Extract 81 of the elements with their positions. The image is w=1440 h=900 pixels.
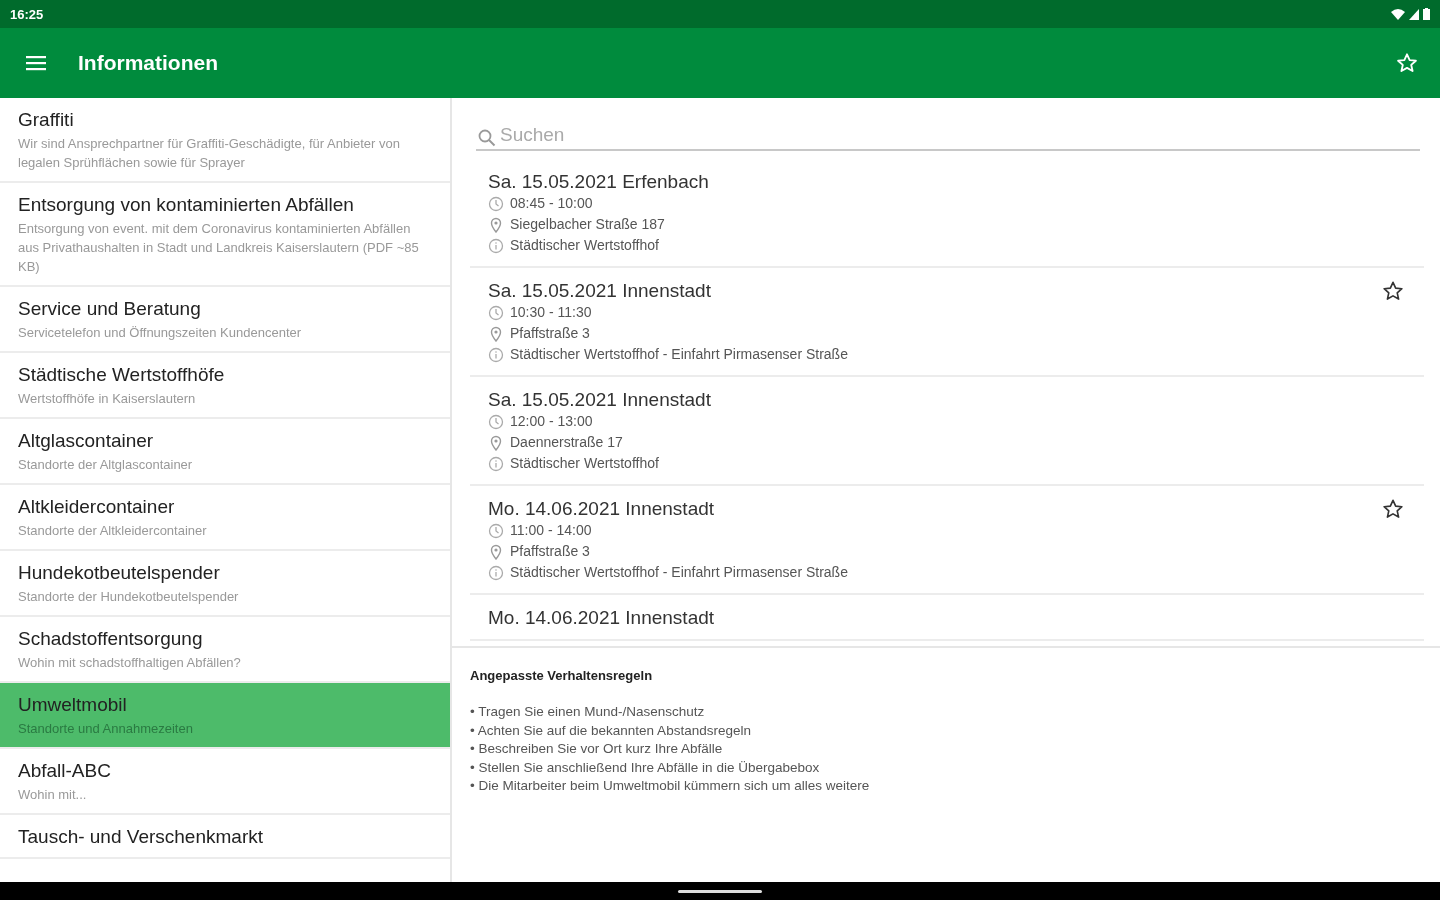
event-card[interactable]: Sa. 15.05.2021 Erfenbach 08:45 - 10:00 Siegelbacher Straße 187 Städtischer Wertstoffhof xyxy=(470,159,1424,268)
clock-icon xyxy=(488,413,504,430)
signal-icon xyxy=(1409,8,1419,20)
event-time: 08:45 - 10:00 xyxy=(510,194,593,213)
star-icon xyxy=(1396,52,1418,74)
rule-text: • Tragen Sie einen Mund-/Nasenschutz xyxy=(470,703,706,721)
location-pin-icon xyxy=(488,434,504,451)
location-pin-icon xyxy=(488,325,504,342)
item-title: Städtische Wertstoffhöfe xyxy=(18,364,226,386)
info-heading: Angepasste Verhaltensregeln xyxy=(470,668,654,683)
item-title: Umweltmobil xyxy=(18,694,128,716)
item-title: Tausch- und Verschenkmarkt xyxy=(18,826,264,848)
item-subtitle: Wertstoffhöfe in Kaiserslautern xyxy=(18,390,197,408)
event-card[interactable]: Mo. 14.06.2021 Innenstadt xyxy=(470,595,1424,641)
item-title: Hundekotbeutelspender xyxy=(18,562,221,584)
item-subtitle: Wohin mit schadstoffhaltigen Abfällen? xyxy=(18,654,242,672)
rule-text: • Die Mitarbeiter beim Umweltmobil kümmern sich um alles weitere xyxy=(470,777,871,795)
item-subtitle: Standorte und Annahmezeiten xyxy=(18,720,194,738)
clock-icon xyxy=(488,304,504,321)
sidebar-item[interactable]: Altkleidercontainer Standorte der Altkleidercontainer xyxy=(0,485,450,551)
item-subtitle: Standorte der Altglascontainer xyxy=(18,456,194,474)
item-subtitle: Entsorgung von event. mit dem Coronavirus kontaminierten Abfällen aus Privathaushalten in Stadt und Landkreis Kaiserslautern (PDF ~85 KB) xyxy=(18,220,420,276)
menu-icon xyxy=(26,55,46,71)
item-title: Altglascontainer xyxy=(18,430,155,452)
item-subtitle: Standorte der Hundekotbeutelspender xyxy=(18,588,240,606)
event-title: Sa. 15.05.2021 Innenstadt xyxy=(488,389,711,411)
event-address: Daennerstraße 17 xyxy=(510,433,623,452)
info-icon xyxy=(488,564,504,581)
info-icon xyxy=(488,346,504,363)
sidebar-item[interactable]: Entsorgung von kontaminierten Abfällen Entsorgung von event. mit dem Coronavirus kontaminierten Abfällen aus Privathaushalten in Stadt und Landkreis Kaiserslautern (PDF ~85 KB) xyxy=(0,183,450,287)
event-address: Siegelbacher Straße 187 xyxy=(510,215,665,234)
location-pin-icon xyxy=(488,216,504,233)
sidebar-item[interactable]: Altglascontainer Standorte der Altglascontainer xyxy=(0,419,450,485)
event-location-note: Städtischer Wertstoffhof xyxy=(510,236,659,255)
item-title: Service und Beratung xyxy=(18,298,202,320)
rule-text: • Achten Sie auf die bekannten Abstandsregeln xyxy=(470,721,752,740)
event-card[interactable]: Sa. 15.05.2021 Innenstadt 10:30 - 11:30 Pfaffstraße 3 Städtischer Wertstoffhof - Einfahrt Pirmasenser Straße xyxy=(470,268,1424,377)
event-location-note: Städtischer Wertstoffhof xyxy=(510,454,659,473)
item-title: Schadstoffentsorgung xyxy=(18,628,204,650)
rule-text: • Beschreiben Sie vor Ort kurz Ihre Abfälle xyxy=(470,740,724,758)
sidebar-item[interactable]: Städtische Wertstoffhöfe Wertstoffhöfe in Kaiserslautern xyxy=(0,353,450,419)
star-icon[interactable] xyxy=(1382,280,1404,302)
event-title: Mo. 14.06.2021 Innenstadt xyxy=(488,498,715,520)
event-title: Sa. 15.05.2021 Erfenbach xyxy=(488,171,709,193)
event-title: Mo. 14.06.2021 Innenstadt xyxy=(488,607,715,629)
info-icon xyxy=(488,455,504,472)
item-title: Altkleidercontainer xyxy=(18,496,176,518)
clock-icon xyxy=(488,522,504,539)
home-handle[interactable] xyxy=(678,889,762,893)
sidebar-item[interactable]: Graffiti Wir sind Ansprechpartner für Graffiti-Geschädigte, für Anbieter von legalen Sprühflächen sowie für Sprayer xyxy=(0,98,450,183)
event-location-note: Städtischer Wertstoffhof - Einfahrt Pirmasenser Straße xyxy=(510,563,848,582)
item-title: Abfall-ABC xyxy=(18,760,112,782)
item-subtitle: Standorte der Altkleidercontainer xyxy=(18,522,208,540)
battery-icon xyxy=(1423,8,1430,20)
item-subtitle: Wir sind Ansprechpartner für Graffiti-Geschädigte, für Anbieter von legalen Sprühflächen sowie für Sprayer xyxy=(18,135,401,172)
sidebar-item[interactable]: Umweltmobil Standorte und Annahmezeiten xyxy=(0,683,450,749)
event-time: 12:00 - 13:00 xyxy=(510,412,593,431)
item-title: Graffiti xyxy=(18,109,75,131)
event-time: 10:30 - 11:30 xyxy=(510,303,592,322)
sidebar-item[interactable]: Hundekotbeutelspender Standorte der Hundekotbeutelspender xyxy=(0,551,450,617)
event-address: Pfaffstraße 3 xyxy=(510,324,590,343)
event-address: Pfaffstraße 3 xyxy=(510,542,590,561)
event-location-note: Städtischer Wertstoffhof - Einfahrt Pirmasenser Straße xyxy=(510,345,848,364)
event-time: 11:00 - 14:00 xyxy=(510,521,592,540)
clock-icon xyxy=(488,195,504,212)
star-icon[interactable] xyxy=(1382,498,1404,520)
event-title: Sa. 15.05.2021 Innenstadt xyxy=(488,280,711,302)
wifi-icon xyxy=(1391,8,1405,20)
event-card[interactable]: Mo. 14.06.2021 Innenstadt 11:00 - 14:00 Pfaffstraße 3 Städtischer Wertstoffhof - Einfahrt Pirmasenser Straße xyxy=(470,486,1424,595)
status-time: 16:25 xyxy=(10,6,44,22)
item-title: Entsorgung von kontaminierten Abfällen xyxy=(18,194,355,216)
sidebar-item[interactable]: Service und Beratung Servicetelefon und Öffnungszeiten Kundencenter xyxy=(0,287,450,353)
rule-text: • Stellen Sie anschließend Ihre Abfälle in die Übergabebox xyxy=(470,758,821,777)
event-card[interactable]: Sa. 15.05.2021 Innenstadt 12:00 - 13:00 Daennerstraße 17 Städtischer Wertstoffhof xyxy=(470,377,1424,486)
sidebar-item[interactable]: Tausch- und Verschenkmarkt xyxy=(0,815,450,859)
item-subtitle: Servicetelefon und Öffnungszeiten Kundencenter xyxy=(18,324,303,342)
info-icon xyxy=(488,237,504,254)
app-title: Informationen xyxy=(78,51,219,75)
location-pin-icon xyxy=(488,543,504,560)
sidebar-item[interactable]: Abfall-ABC Wohin mit... xyxy=(0,749,450,815)
item-subtitle: Wohin mit... xyxy=(18,786,88,804)
